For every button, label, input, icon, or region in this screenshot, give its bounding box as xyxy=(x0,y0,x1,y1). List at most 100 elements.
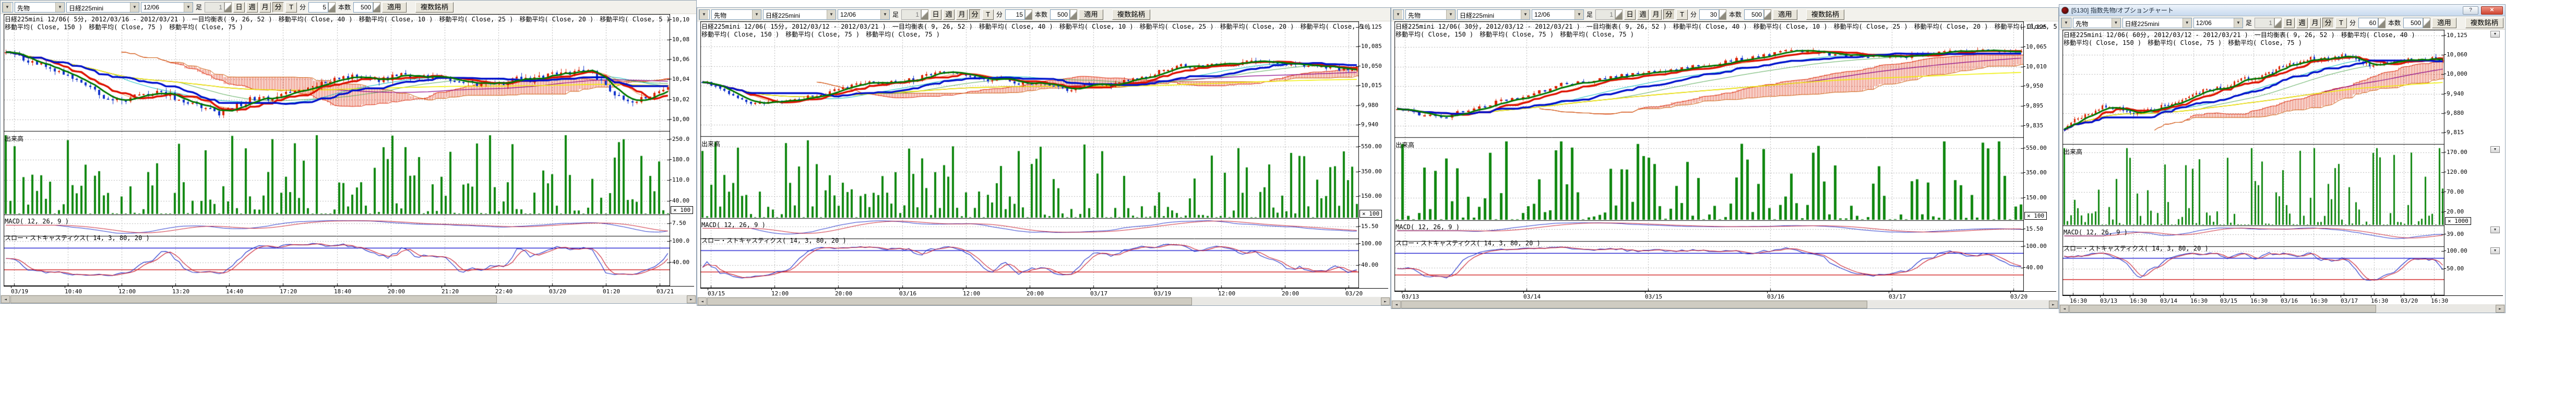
tick-interval-spinner[interactable]: 1 xyxy=(205,2,232,13)
multi-symbol-button[interactable]: 複数銘柄 xyxy=(415,2,454,13)
chart-legend-line2: 移動平均( Close, 150 ) 移動平均( Close, 75 ) 移動平… xyxy=(2064,38,2302,47)
minute-spinner[interactable]: 30 xyxy=(1699,9,1726,20)
minute-spinner[interactable]: 5 xyxy=(308,2,336,13)
period-button-1[interactable]: 週 xyxy=(2296,18,2308,28)
multi-symbol-button[interactable]: 複数銘柄 xyxy=(1112,9,1150,20)
minute-spinner[interactable]: 15 xyxy=(1005,9,1032,20)
scroll-left-button[interactable]: ◄ xyxy=(1392,301,1401,308)
category-select[interactable]: 先物▼ xyxy=(15,2,65,13)
count-label: 本数 xyxy=(2388,18,2401,27)
period-button-2[interactable]: 月 xyxy=(1650,9,1662,20)
chart-menu-dropdown-button[interactable]: ▼ xyxy=(2,2,13,13)
scrollbar-thumb[interactable] xyxy=(707,297,1192,305)
period-button-2[interactable]: 月 xyxy=(956,9,968,20)
close-button[interactable]: ✕ xyxy=(2481,6,2503,15)
scroll-right-button[interactable]: ► xyxy=(2496,305,2505,313)
scale-dropdown-button[interactable]: ▼ xyxy=(2490,227,2500,233)
scroll-left-button[interactable]: ◄ xyxy=(698,297,707,305)
horizontal-scrollbar[interactable]: ◄► xyxy=(697,296,1390,305)
scrollbar-thumb[interactable] xyxy=(1401,301,1867,308)
period-button-0[interactable]: 日 xyxy=(1624,9,1636,20)
category-select[interactable]: 先物▼ xyxy=(2073,18,2120,28)
period-button-0[interactable]: 日 xyxy=(2283,18,2295,28)
tick-interval-spinner[interactable]: 1 xyxy=(901,9,928,20)
period-button-0[interactable]: 日 xyxy=(930,9,941,20)
contract-select[interactable]: 12/06▼ xyxy=(2193,18,2243,28)
count-spinner[interactable]: 500 xyxy=(1050,9,1077,20)
apply-button[interactable]: 適用 xyxy=(1773,9,1797,20)
multi-symbol-button[interactable]: 複数銘柄 xyxy=(1806,9,1844,20)
horizontal-scrollbar[interactable]: ◄► xyxy=(2059,304,2505,313)
scrollbar-thumb[interactable] xyxy=(10,295,497,303)
scale-dropdown-button[interactable]: ▼ xyxy=(2490,247,2500,254)
spinner-buttons-icon[interactable] xyxy=(1719,9,1726,20)
spinner-buttons-icon[interactable] xyxy=(2423,18,2430,28)
window-titlebar[interactable]: [5130] 指数先物/オプションチャート?✕ xyxy=(2059,5,2505,16)
count-spinner[interactable]: 500 xyxy=(1744,9,1771,20)
period-button-1[interactable]: 週 xyxy=(246,2,258,13)
chart-menu-dropdown-button[interactable]: ▼ xyxy=(1393,9,1404,20)
chart-canvas[interactable] xyxy=(700,21,1359,288)
scroll-left-button[interactable]: ◄ xyxy=(2060,305,2069,313)
spinner-buttons-icon[interactable] xyxy=(1070,9,1077,20)
chart-canvas[interactable] xyxy=(2062,30,2444,295)
scroll-left-button[interactable]: ◄ xyxy=(1,295,10,303)
spinner-buttons-icon[interactable] xyxy=(328,2,336,13)
spinner-buttons-icon[interactable] xyxy=(921,9,928,20)
chart-canvas[interactable] xyxy=(1394,21,2024,291)
period-button-4[interactable]: T xyxy=(285,2,297,13)
scale-dropdown-button[interactable]: ▼ xyxy=(2490,31,2500,38)
symbol-select[interactable]: 日経225mini▼ xyxy=(1457,9,1530,20)
contract-select[interactable]: 12/06▼ xyxy=(1532,9,1584,20)
chart-canvas[interactable] xyxy=(4,14,670,286)
minute-spinner[interactable]: 60 xyxy=(2358,18,2386,28)
spinner-buttons-icon[interactable] xyxy=(1615,9,1623,20)
contract-select[interactable]: 12/06▼ xyxy=(838,9,890,20)
count-spinner[interactable]: 500 xyxy=(2403,18,2430,28)
apply-button[interactable]: 適用 xyxy=(382,2,407,13)
scroll-right-button[interactable]: ► xyxy=(2049,301,2058,308)
spinner-buttons-icon[interactable] xyxy=(1764,9,1771,20)
spinner-buttons-icon[interactable] xyxy=(1025,9,1032,20)
count-spinner[interactable]: 500 xyxy=(353,2,380,13)
help-button[interactable]: ? xyxy=(2463,6,2478,15)
period-button-3[interactable]: 分 xyxy=(2322,18,2334,28)
period-button-1[interactable]: 週 xyxy=(943,9,955,20)
period-button-4[interactable]: T xyxy=(982,9,994,20)
category-select[interactable]: 先物▼ xyxy=(711,9,761,20)
period-button-4[interactable]: T xyxy=(1676,9,1688,20)
spinner-buttons-icon[interactable] xyxy=(2378,18,2386,28)
apply-button[interactable]: 適用 xyxy=(1079,9,1103,20)
scrollbar-thumb[interactable] xyxy=(2069,305,2376,313)
period-button-0[interactable]: 日 xyxy=(233,2,245,13)
horizontal-scrollbar[interactable]: ◄► xyxy=(1391,300,2058,308)
symbol-select-value: 日経225mini xyxy=(764,10,827,19)
volume-tick-label: 350.00 xyxy=(1361,168,1382,175)
horizontal-scrollbar[interactable]: ◄► xyxy=(1,294,696,303)
category-select[interactable]: 先物▼ xyxy=(1405,9,1456,20)
symbol-select[interactable]: 日経225mini▼ xyxy=(763,9,836,20)
scale-dropdown-button[interactable]: ▼ xyxy=(2490,146,2500,153)
symbol-select[interactable]: 日経225mini▼ xyxy=(66,2,139,13)
tick-interval-spinner[interactable]: 1 xyxy=(2255,18,2282,28)
scroll-right-button[interactable]: ► xyxy=(1381,297,1390,305)
spinner-buttons-icon[interactable] xyxy=(224,2,232,13)
period-button-2[interactable]: 月 xyxy=(2309,18,2321,28)
apply-button[interactable]: 適用 xyxy=(2432,18,2456,28)
contract-select[interactable]: 12/06▼ xyxy=(141,2,193,13)
period-button-3[interactable]: 分 xyxy=(272,2,284,13)
chart-menu-dropdown-button[interactable]: ▼ xyxy=(699,9,710,20)
period-button-4[interactable]: T xyxy=(2335,18,2347,28)
multi-symbol-button[interactable]: 複数銘柄 xyxy=(2465,18,2503,28)
symbol-select[interactable]: 日経225mini▼ xyxy=(2122,18,2192,28)
period-button-3[interactable]: 分 xyxy=(969,9,981,20)
chart-menu-dropdown-button[interactable]: ▼ xyxy=(2061,18,2071,28)
chevron-down-icon: ▼ xyxy=(1575,10,1583,19)
period-button-2[interactable]: 月 xyxy=(259,2,271,13)
spinner-buttons-icon[interactable] xyxy=(2274,18,2282,28)
scroll-right-button[interactable]: ► xyxy=(687,295,696,303)
tick-interval-spinner[interactable]: 1 xyxy=(1595,9,1623,20)
spinner-buttons-icon[interactable] xyxy=(373,2,380,13)
period-button-3[interactable]: 分 xyxy=(1663,9,1675,20)
period-button-1[interactable]: 週 xyxy=(1637,9,1649,20)
